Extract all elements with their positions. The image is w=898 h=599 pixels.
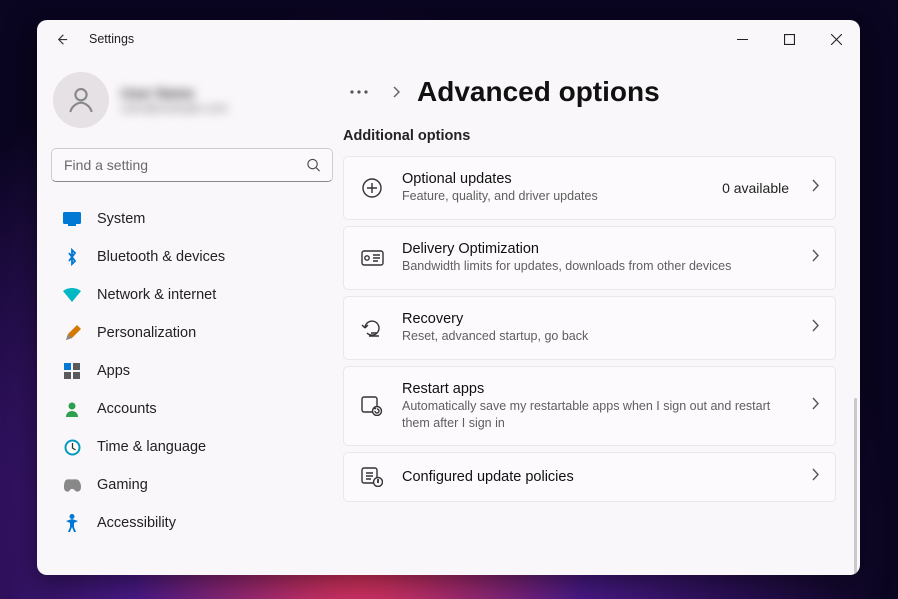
sidebar-item-label: Network & internet: [97, 287, 216, 303]
accounts-icon: [63, 400, 81, 418]
accessibility-icon: [63, 514, 81, 532]
chevron-right-icon: [811, 319, 819, 337]
maximize-button[interactable]: [766, 20, 813, 58]
sidebar-item-network[interactable]: Network & internet: [51, 276, 333, 314]
back-arrow-icon: [54, 32, 69, 47]
card-body: Optional updates Feature, quality, and d…: [402, 171, 704, 205]
time-icon: [63, 438, 81, 456]
dots-icon: [350, 90, 368, 94]
sidebar-item-label: Accessibility: [97, 515, 176, 531]
profile-email: user@example.com: [121, 101, 228, 115]
card-desc: Reset, advanced startup, go back: [402, 328, 793, 345]
breadcrumb: Advanced options: [343, 76, 836, 108]
sidebar-item-accessibility[interactable]: Accessibility: [51, 504, 333, 542]
profile-name: User Name: [121, 85, 228, 101]
chevron-right-icon: [811, 179, 819, 197]
card-body: Restart apps Automatically save my resta…: [402, 381, 793, 432]
card-title: Configured update policies: [402, 469, 793, 485]
sidebar-item-apps[interactable]: Apps: [51, 352, 333, 390]
card-badge: 0 available: [722, 180, 789, 196]
sidebar-item-label: Personalization: [97, 325, 196, 341]
card-desc: Automatically save my restartable apps w…: [402, 398, 793, 432]
card-title: Recovery: [402, 311, 793, 327]
sidebar-item-system[interactable]: System: [51, 200, 333, 238]
breadcrumb-separator: [389, 86, 403, 98]
close-icon: [831, 34, 842, 45]
nav-list: System Bluetooth & devices Network & int…: [51, 200, 333, 542]
card-desc: Feature, quality, and driver updates: [402, 188, 704, 205]
minimize-icon: [737, 34, 748, 45]
card-body: Configured update policies: [402, 469, 793, 486]
recovery-icon: [360, 318, 384, 338]
card-recovery[interactable]: Recovery Reset, advanced startup, go bac…: [343, 296, 836, 360]
maximize-icon: [784, 34, 795, 45]
card-configured-policies[interactable]: Configured update policies: [343, 452, 836, 502]
breadcrumb-overflow-button[interactable]: [343, 76, 375, 108]
sidebar-item-label: System: [97, 211, 145, 227]
restart-apps-icon: [360, 396, 384, 416]
section-title: Additional options: [343, 128, 836, 144]
card-delivery-optimization[interactable]: Delivery Optimization Bandwidth limits f…: [343, 226, 836, 290]
settings-window: Settings User Name user@example.com: [37, 20, 860, 575]
sidebar-item-accounts[interactable]: Accounts: [51, 390, 333, 428]
card-body: Delivery Optimization Bandwidth limits f…: [402, 241, 793, 275]
window-title: Settings: [89, 32, 134, 46]
titlebar-left: Settings: [47, 25, 134, 53]
sidebar-item-label: Time & language: [97, 439, 206, 455]
card-title: Delivery Optimization: [402, 241, 793, 257]
chevron-right-icon: [811, 468, 819, 486]
bluetooth-icon: [63, 248, 81, 266]
sidebar-item-gaming[interactable]: Gaming: [51, 466, 333, 504]
window-controls: [719, 20, 860, 58]
chevron-right-icon: [811, 397, 819, 415]
card-body: Recovery Reset, advanced startup, go bac…: [402, 311, 793, 345]
card-restart-apps[interactable]: Restart apps Automatically save my resta…: [343, 366, 836, 447]
card-desc: Bandwidth limits for updates, downloads …: [402, 258, 793, 275]
apps-icon: [63, 362, 81, 380]
avatar: [53, 72, 109, 128]
card-optional-updates[interactable]: Optional updates Feature, quality, and d…: [343, 156, 836, 220]
sidebar-item-label: Apps: [97, 363, 130, 379]
optional-updates-icon: [360, 177, 384, 199]
personalization-icon: [63, 324, 81, 342]
delivery-icon: [360, 250, 384, 266]
gaming-icon: [63, 476, 81, 494]
profile-text: User Name user@example.com: [121, 85, 228, 115]
sidebar-item-label: Gaming: [97, 477, 148, 493]
chevron-right-icon: [392, 86, 400, 98]
search-wrap: [51, 148, 333, 182]
system-icon: [63, 210, 81, 228]
policies-icon: [360, 467, 384, 487]
main-content: Advanced options Additional options Opti…: [343, 58, 860, 575]
minimize-button[interactable]: [719, 20, 766, 58]
close-button[interactable]: [813, 20, 860, 58]
window-body: User Name user@example.com System Blueto…: [37, 58, 860, 575]
sidebar-item-personalization[interactable]: Personalization: [51, 314, 333, 352]
sidebar-item-time[interactable]: Time & language: [51, 428, 333, 466]
card-title: Optional updates: [402, 171, 704, 187]
sidebar: User Name user@example.com System Blueto…: [37, 58, 343, 575]
back-button[interactable]: [47, 25, 75, 53]
titlebar: Settings: [37, 20, 860, 58]
card-title: Restart apps: [402, 381, 793, 397]
search-input[interactable]: [51, 148, 333, 182]
page-title: Advanced options: [417, 76, 660, 108]
chevron-right-icon: [811, 249, 819, 267]
scrollbar[interactable]: [854, 398, 857, 575]
sidebar-item-label: Bluetooth & devices: [97, 249, 225, 265]
sidebar-item-label: Accounts: [97, 401, 157, 417]
sidebar-item-bluetooth[interactable]: Bluetooth & devices: [51, 238, 333, 276]
network-icon: [63, 286, 81, 304]
profile-block[interactable]: User Name user@example.com: [51, 72, 333, 128]
avatar-icon: [65, 84, 97, 116]
